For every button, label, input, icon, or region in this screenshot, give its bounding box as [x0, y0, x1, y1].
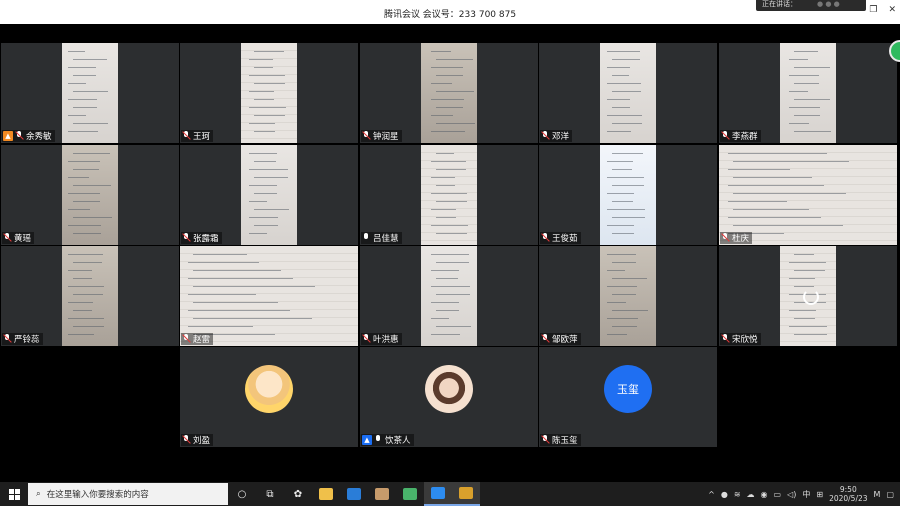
video-tile[interactable]: 钟润星 — [360, 43, 538, 143]
video-tile[interactable]: 吕佳慧 — [360, 145, 538, 245]
video-tile[interactable]: ▲ 饮茶人 — [360, 347, 538, 447]
video-tile[interactable]: 李燕群 — [719, 43, 897, 143]
mic-muted-icon — [541, 131, 550, 141]
speaking-indicator: 正在讲话： ● ● ● — [756, 0, 866, 11]
mic-muted-icon — [3, 334, 12, 344]
participant-name: 叶洪惠 — [373, 335, 399, 345]
taskbar-search[interactable]: ⌕ 在这里输入你要搜索的内容 — [28, 483, 228, 505]
video-tile[interactable]: 杜庆 — [719, 145, 897, 245]
start-button[interactable] — [0, 482, 28, 506]
video-tile[interactable]: ▲ 余秀敏 — [1, 43, 179, 143]
participant-name: 黄瑶 — [14, 234, 32, 244]
loading-spinner-icon — [803, 289, 819, 305]
keyboard-icon[interactable]: ⊞ — [816, 490, 823, 499]
mic-icon — [374, 435, 383, 445]
participant-name: 宋欣悦 — [732, 335, 758, 345]
participant-name: 钟润星 — [373, 132, 399, 142]
file-explorer-icon[interactable] — [312, 482, 340, 506]
mic-muted-icon — [541, 233, 550, 243]
app-media-icon[interactable] — [452, 482, 480, 506]
mic-icon — [362, 233, 371, 243]
avatar — [425, 365, 473, 413]
participant-name: 严铃蕊 — [14, 335, 40, 345]
mic-muted-icon — [182, 435, 191, 445]
volume-icon[interactable]: ◁) — [787, 490, 796, 499]
chevron-up-icon[interactable]: ^ — [708, 490, 715, 499]
mic-muted-icon — [15, 131, 24, 141]
tencent-meeting-icon[interactable] — [424, 482, 452, 506]
video-tile[interactable]: 严铃蕊 — [1, 246, 179, 346]
mic-muted-icon — [182, 233, 191, 243]
avatar: 玉玺 — [604, 365, 652, 413]
video-tile[interactable]: 叶洪惠 — [360, 246, 538, 346]
task-view-icon[interactable]: ⧉ — [256, 482, 284, 506]
participant-name: 杜庆 — [732, 234, 750, 244]
speaking-label: 正在讲话： — [762, 0, 797, 8]
participant-name: 余秀敏 — [26, 132, 52, 142]
windows-logo-icon — [8, 488, 20, 500]
clock[interactable]: 9:50 2020/5/23 — [829, 485, 867, 503]
participant-name: 陈玉玺 — [552, 436, 578, 446]
clock-date: 2020/5/23 — [829, 494, 868, 503]
maximize-icon[interactable]: ❐ — [869, 5, 877, 15]
cloud-icon[interactable]: ☁ — [747, 490, 755, 499]
mic-muted-icon — [721, 233, 730, 243]
wechat-icon[interactable]: ◉ — [761, 490, 768, 499]
participant-name: 张露霜 — [193, 234, 219, 244]
search-placeholder: 在这里输入你要搜索的内容 — [46, 490, 149, 500]
mic-muted-icon — [362, 131, 371, 141]
mic-muted-icon — [3, 233, 12, 243]
mic-muted-icon — [721, 334, 730, 344]
cohost-icon: ▲ — [362, 435, 372, 445]
app-green-icon[interactable] — [396, 482, 424, 506]
mic-muted-icon — [541, 334, 550, 344]
avatar — [245, 365, 293, 413]
video-tile[interactable]: 张露霜 — [180, 145, 358, 245]
pinwheel-app-icon[interactable]: ✿ — [284, 482, 312, 506]
participant-name: 邹欧萍 — [552, 335, 578, 345]
search-icon: ⌕ — [36, 489, 41, 499]
host-icon: ▲ — [3, 131, 13, 141]
video-grid: ▲ 余秀敏 王珂 钟润星 邓洋 李燕群 黄瑶 张露霜 吕佳慧 王俊茹 杜庆 严铃蕊 — [0, 24, 900, 482]
participant-name: 王珂 — [193, 132, 211, 142]
mic-muted-icon — [362, 334, 371, 344]
tray-app-icon[interactable]: ● — [721, 490, 728, 499]
windows-taskbar: ⌕ 在这里输入你要搜索的内容 ○ ⧉ ✿ ^ ● ≋ ☁ ◉ ▭ ◁) 中 ⊞ … — [0, 482, 900, 506]
cortana-icon[interactable]: ○ — [228, 482, 256, 506]
participant-name: 吕佳慧 — [373, 234, 399, 244]
app-photo-icon[interactable] — [368, 482, 396, 506]
video-tile[interactable]: 玉玺 陈玉玺 — [539, 347, 717, 447]
participant-name: 饮茶人 — [385, 436, 411, 446]
video-tile[interactable]: 邓洋 — [539, 43, 717, 143]
participant-name: 邓洋 — [552, 132, 570, 142]
network-icon[interactable]: ≋ — [734, 490, 741, 499]
video-tile[interactable]: 王珂 — [180, 43, 358, 143]
participant-name: 赵雷 — [193, 335, 211, 345]
video-tile[interactable]: 刘盈 — [180, 347, 358, 447]
mic-muted-icon — [182, 131, 191, 141]
mic-muted-icon — [541, 435, 550, 445]
battery-icon[interactable]: ▭ — [774, 490, 782, 499]
close-icon[interactable]: ✕ — [888, 5, 896, 15]
clock-time: 9:50 — [839, 485, 857, 494]
app-blue-icon[interactable] — [340, 482, 368, 506]
participant-name: 李燕群 — [732, 132, 758, 142]
tray-logo-icon[interactable]: M — [874, 490, 881, 499]
participant-name: 刘盈 — [193, 436, 211, 446]
video-tile[interactable]: 王俊茹 — [539, 145, 717, 245]
mic-muted-icon — [182, 334, 191, 344]
video-tile[interactable]: 邹欧萍 — [539, 246, 717, 346]
ime-indicator[interactable]: 中 — [802, 489, 810, 500]
video-tile[interactable]: 黄瑶 — [1, 145, 179, 245]
video-tile[interactable]: 赵雷 — [180, 246, 358, 346]
notification-icon[interactable]: ▢ — [886, 490, 894, 499]
mic-muted-icon — [721, 131, 730, 141]
participant-name: 王俊茹 — [552, 234, 578, 244]
system-tray: ^ ● ≋ ☁ ◉ ▭ ◁) 中 ⊞ 9:50 2020/5/23 M ▢ — [708, 485, 900, 503]
